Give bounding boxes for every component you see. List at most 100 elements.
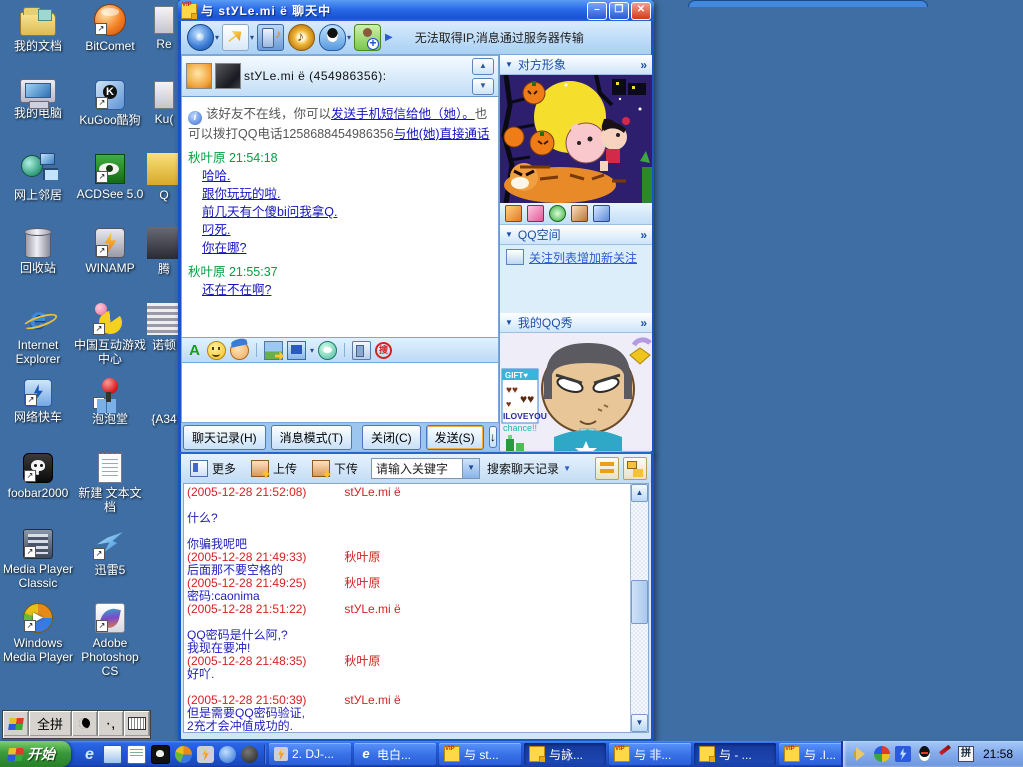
ime-tray-badge[interactable]: 拼 bbox=[957, 746, 974, 762]
quick-launch-document-icon[interactable] bbox=[103, 744, 122, 764]
qqshow-section-header[interactable]: ▼ 我的QQ秀 » bbox=[500, 313, 652, 333]
desktop-icon-我的文档[interactable]: 我的文档 bbox=[2, 4, 74, 53]
video-chat-dropdown[interactable]: ▾ bbox=[215, 33, 219, 42]
quick-launch-wmp-icon[interactable] bbox=[175, 745, 192, 763]
chat-titlebar[interactable]: 与 stУLe.mi ё 聊天中 – ❐ ✕ bbox=[178, 0, 654, 21]
scrollbar-thumb[interactable] bbox=[631, 580, 648, 624]
signature-pen-icon[interactable] bbox=[593, 205, 610, 222]
ime-punctuation-icon[interactable]: ·, bbox=[98, 711, 124, 736]
taskbar-button[interactable]: 与 st... bbox=[439, 743, 521, 765]
taskbar-button[interactable]: 2. DJ-... bbox=[269, 743, 351, 765]
capture-dropdown[interactable]: ▾ bbox=[310, 346, 314, 355]
chat-history-button[interactable]: 聊天记录(H) bbox=[183, 424, 266, 450]
send-image-icon[interactable] bbox=[264, 340, 283, 360]
qzone-section-header[interactable]: ▼ QQ空间 » bbox=[500, 225, 652, 245]
desktop-icon-网上邻居[interactable]: 网上邻居 bbox=[2, 153, 74, 202]
peer-photo-avatar[interactable] bbox=[215, 63, 241, 89]
taskbar-button[interactable]: 与 .I... bbox=[779, 743, 841, 765]
desktop-icon-回收站[interactable]: 回收站 bbox=[2, 227, 74, 275]
close-chat-button[interactable]: 关闭(C) bbox=[362, 424, 421, 450]
scrollbar-up-icon[interactable]: ▲ bbox=[631, 484, 648, 502]
taskbar-button[interactable]: 与 - ... bbox=[694, 743, 776, 765]
search-dropdown-icon[interactable]: ▼ bbox=[563, 464, 571, 473]
emoticon-icon[interactable] bbox=[207, 340, 226, 360]
refresh-icon[interactable] bbox=[549, 205, 566, 222]
desktop-icon-adobe-photoshop-cs[interactable]: Adobe Photoshop CS bbox=[74, 602, 146, 678]
photo-icon[interactable] bbox=[571, 205, 588, 222]
qzone-link[interactable]: 关注列表增加新关注 bbox=[529, 249, 637, 266]
info-link[interactable]: 发送手机短信给他（她）。 bbox=[331, 107, 475, 121]
taskbar-button[interactable]: 电白... bbox=[354, 743, 436, 765]
taskbar-button[interactable]: 与詠... bbox=[524, 743, 606, 765]
layout-toggle-button[interactable] bbox=[595, 457, 619, 480]
history-scrollbar[interactable]: ▲ ▼ bbox=[630, 484, 648, 732]
desktop-icon-迅雷5[interactable]: 迅雷5 bbox=[74, 528, 146, 577]
minimize-button[interactable]: – bbox=[587, 1, 607, 20]
clock[interactable]: 21:58 bbox=[979, 747, 1013, 761]
wireless-message-icon[interactable] bbox=[352, 340, 372, 360]
audio-chat-icon[interactable] bbox=[318, 340, 338, 360]
scrollbar-down-icon[interactable]: ▼ bbox=[631, 714, 648, 732]
combobox-dropdown-icon[interactable]: ▼ bbox=[462, 459, 480, 478]
volume-icon[interactable] bbox=[853, 746, 869, 762]
taskbar-button[interactable]: 与 非... bbox=[609, 743, 691, 765]
qq-penguin-tray-icon[interactable] bbox=[916, 746, 932, 762]
audio-music-icon[interactable] bbox=[288, 24, 316, 51]
ime-keyboard-icon[interactable] bbox=[124, 711, 150, 736]
quick-launch-app-icon[interactable] bbox=[241, 745, 258, 763]
search-history-button[interactable]: 搜索聊天记录 bbox=[485, 460, 561, 477]
quick-launch-emule-icon[interactable] bbox=[219, 745, 236, 763]
send-options-button[interactable]: ↓ bbox=[488, 426, 497, 448]
download-button[interactable]: 下传 bbox=[307, 457, 366, 480]
send-button[interactable]: 发送(S) bbox=[425, 424, 484, 450]
dress-up-icon[interactable] bbox=[527, 205, 544, 222]
message-input-area[interactable] bbox=[181, 363, 499, 423]
section-more-icon[interactable]: » bbox=[640, 228, 647, 242]
desktop-icon-media-player-classic[interactable]: Media Player Classic bbox=[2, 528, 74, 590]
desktop-icon-foobar2000[interactable]: foobar2000 bbox=[2, 452, 74, 500]
font-style-icon[interactable] bbox=[186, 342, 203, 359]
quick-launch-winamp-icon[interactable] bbox=[197, 745, 214, 763]
qq-actions-icon[interactable] bbox=[319, 24, 347, 51]
video-chat-icon[interactable] bbox=[187, 24, 214, 51]
desktop-icon-我的电脑[interactable]: 我的电脑 bbox=[2, 79, 74, 120]
quick-launch-ie-icon[interactable] bbox=[81, 746, 98, 763]
keyword-combobox[interactable]: 请输入关键字 ▼ bbox=[371, 458, 481, 479]
maximize-button[interactable]: ❐ bbox=[609, 1, 629, 20]
message-display-area[interactable]: i 该好友不在线，你可以发送手机短信给他（她）。也可以拨打QQ电话12586884… bbox=[181, 97, 499, 338]
collapse-arrow-icon[interactable]: ▼ bbox=[505, 318, 513, 327]
custom-emote-icon[interactable] bbox=[230, 340, 249, 360]
history-content[interactable]: (2005-12-28 21:52:08) stУLe.mi ё 什么? 你骗我呢… bbox=[187, 486, 628, 732]
flashget-tray-icon[interactable] bbox=[894, 746, 911, 762]
send-sms-icon[interactable] bbox=[257, 24, 285, 51]
toolbar-more-arrow[interactable]: ▶ bbox=[385, 32, 393, 43]
upload-button[interactable]: 上传 bbox=[246, 457, 305, 480]
file-transfer-icon[interactable] bbox=[222, 24, 250, 51]
collapse-arrow-icon[interactable]: ▼ bbox=[505, 60, 513, 69]
section-more-icon[interactable]: » bbox=[640, 316, 647, 330]
info-link[interactable]: 与他(她)直接通话 bbox=[394, 127, 490, 141]
peer-image-section-header[interactable]: ▼ 对方形象 » bbox=[500, 55, 652, 75]
start-button[interactable]: 开始 bbox=[0, 741, 71, 767]
collapse-arrow-icon[interactable]: ▼ bbox=[505, 230, 513, 239]
desktop-icon-网络快车[interactable]: 网络快车 bbox=[2, 377, 74, 424]
folder-view-button[interactable] bbox=[623, 457, 647, 480]
message-mode-button[interactable]: 消息模式(T) bbox=[270, 424, 352, 450]
screen-capture-icon[interactable] bbox=[287, 340, 306, 360]
more-button[interactable]: 更多 bbox=[185, 457, 244, 480]
edit-image-icon[interactable] bbox=[505, 205, 522, 222]
desktop-icon-internet-explorer[interactable]: Internet Explorer bbox=[2, 303, 74, 366]
qq-actions-dropdown[interactable]: ▾ bbox=[347, 33, 351, 42]
close-button[interactable]: ✕ bbox=[631, 1, 651, 20]
ime-fullhalf-icon[interactable] bbox=[72, 711, 98, 736]
section-more-icon[interactable]: » bbox=[640, 58, 647, 72]
desktop-icon-windows-media-player[interactable]: Windows Media Player bbox=[2, 602, 74, 664]
search-icon[interactable] bbox=[375, 341, 393, 359]
quick-launch-foobar-icon[interactable] bbox=[151, 744, 170, 764]
add-friend-icon[interactable] bbox=[354, 24, 382, 51]
scroll-down-button[interactable]: ▼ bbox=[472, 77, 494, 95]
pen-tray-icon[interactable] bbox=[937, 746, 953, 762]
colorful-app-tray-icon[interactable] bbox=[873, 746, 890, 762]
peer-qqshow-avatar[interactable] bbox=[186, 63, 212, 89]
desktop-icon-新建-文本文档[interactable]: 新建 文本文档 bbox=[74, 451, 146, 514]
